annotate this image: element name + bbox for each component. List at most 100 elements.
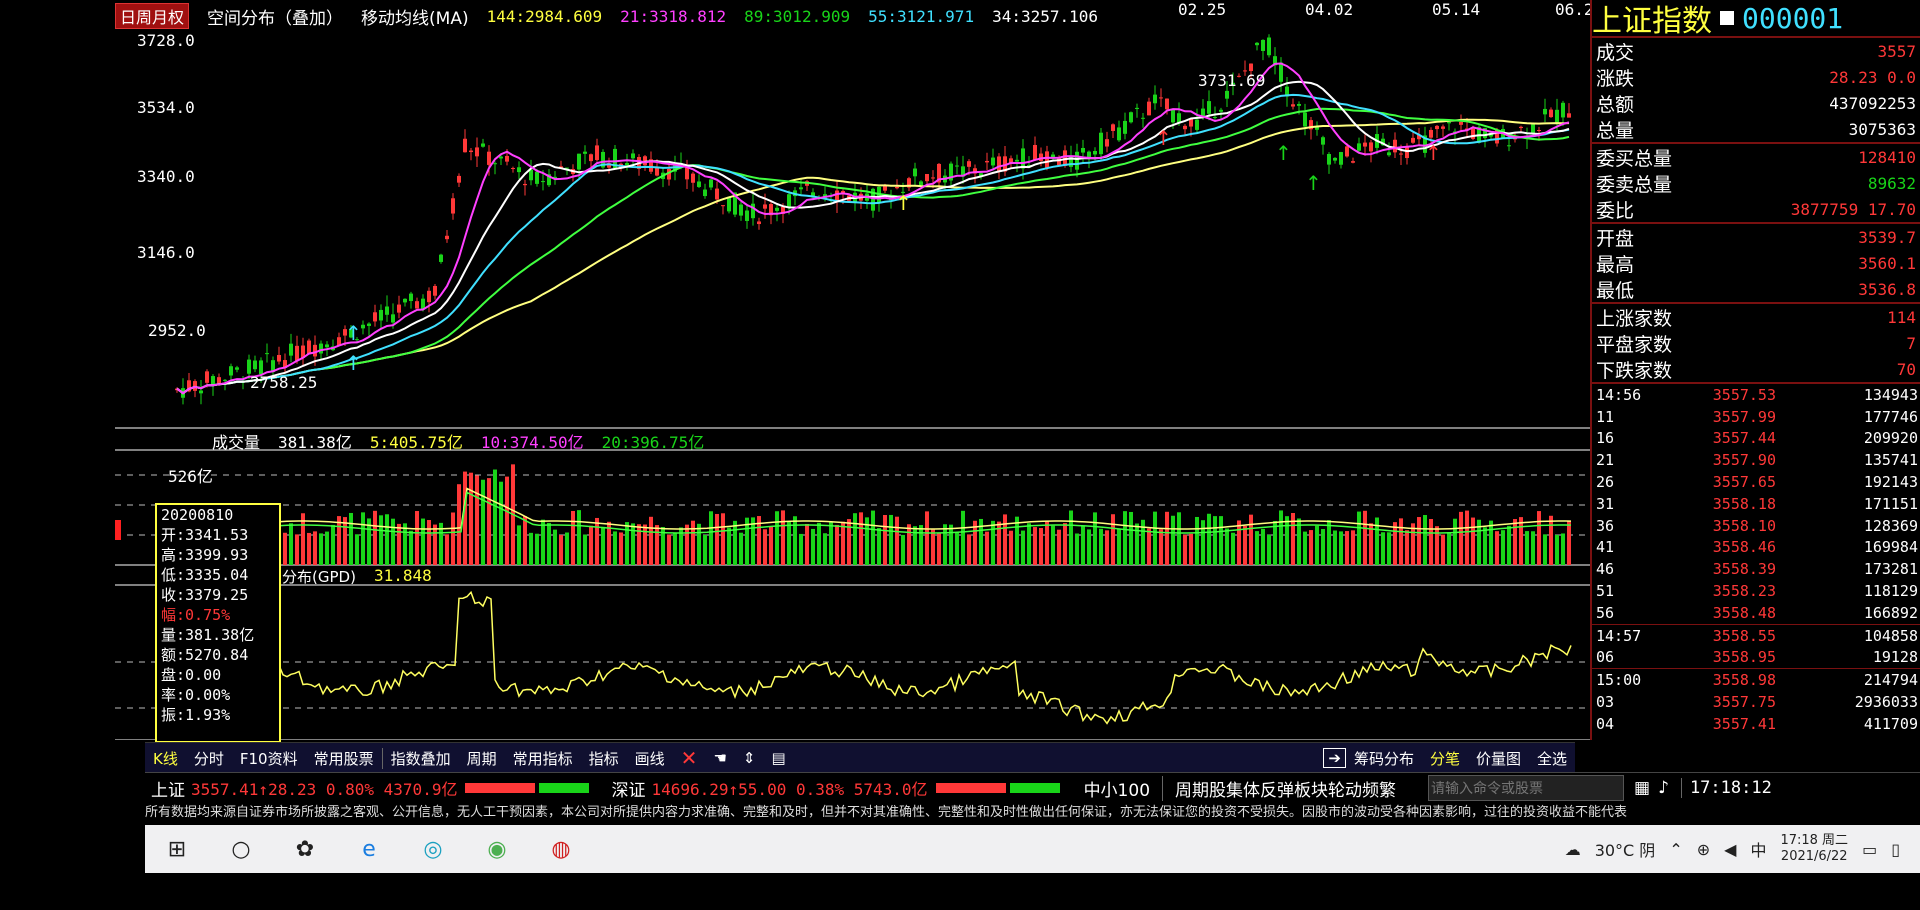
tick-time: 14:56 <box>1596 385 1642 404</box>
move-icon[interactable]: ⇕ <box>735 749 764 767</box>
volume-bar <box>1267 534 1271 565</box>
chevron-up-icon[interactable]: ⌃ <box>1669 840 1682 859</box>
news-ticker[interactable]: 周期股集体反弹板块轮动频繁 <box>1162 775 1408 801</box>
command-input[interactable] <box>1428 775 1625 801</box>
toolbar-select-all[interactable]: 全选 <box>1529 748 1575 769</box>
network-icon[interactable]: ⊕ <box>1697 840 1710 859</box>
candle-info-box: 20200810 开:3341.53 高:3399.93 低:3335.04 收… <box>155 503 281 743</box>
notification-icon[interactable]: ▭ <box>1862 840 1877 859</box>
chart-header: 日周月权 空间分布（叠加） 移动均线(MA) 144:2984.609 21:3… <box>115 0 1595 32</box>
toolbar-draw-line[interactable]: 画线 <box>627 748 673 769</box>
tick-volume: 411709 <box>1863 714 1918 733</box>
tick-price: 3558.23 <box>1712 582 1776 601</box>
volume-bar <box>1261 528 1265 565</box>
volume-ma5: 5:405.75亿 <box>369 433 463 452</box>
toolbar-common-indicators[interactable]: 常用指标 <box>505 748 581 769</box>
volume-bar <box>1531 531 1535 565</box>
volume-bar <box>961 510 965 565</box>
tick-row: 14:57 3558.55 104858 <box>1592 625 1920 647</box>
overlay-indicator[interactable]: 空间分布（叠加） <box>207 4 343 29</box>
toolbar-kline[interactable]: K线 <box>145 748 186 769</box>
hand-icon[interactable]: ☚ <box>705 749 734 767</box>
candle-body <box>205 371 209 383</box>
app-icon[interactable]: ✿ <box>285 829 325 869</box>
bell-icon[interactable]: ♪ <box>1658 778 1669 798</box>
volume-bar <box>703 534 707 565</box>
candle-body <box>427 290 431 303</box>
quote-row-label: 委买总量 <box>1596 147 1673 170</box>
candle-body <box>1405 147 1409 159</box>
toolbar-f10[interactable]: F10资料 <box>232 748 306 769</box>
toolbar-index-overlay[interactable]: 指数叠加 <box>381 747 459 769</box>
kline-chart[interactable]: ↑ ↑ ↑ ↑ ↑ ↑ ↑ <box>115 0 1590 740</box>
volume-bar <box>523 516 527 565</box>
period-selector[interactable]: 日周月权 <box>115 3 190 29</box>
weather-text[interactable]: 30°C 阴 <box>1595 837 1656 861</box>
sz-index-name[interactable]: 深证 <box>589 776 651 801</box>
desktop-icon[interactable]: ▯ <box>1891 840 1900 859</box>
volume-icon[interactable]: ◀ <box>1724 840 1736 859</box>
sz-index-value: 14696.29↑55.00 0.38% 5743.0亿 <box>651 780 928 799</box>
toolbar-chip-distribution[interactable]: 筹码分布 <box>1346 748 1422 769</box>
ma89-line <box>176 107 1570 395</box>
trading-app-icon[interactable]: ◍ <box>541 829 581 869</box>
volume-bar <box>1219 516 1223 565</box>
volume-bar <box>625 522 629 565</box>
candle-body <box>511 168 515 170</box>
toolbar-common-stocks[interactable]: 常用股票 <box>306 748 382 769</box>
taskbar-clock[interactable]: 17:18 周二 2021/6/22 <box>1780 833 1848 865</box>
ma144-value: 144:2984.609 <box>486 6 603 26</box>
tick-volume: 209920 <box>1863 429 1918 448</box>
volume-bar <box>685 524 689 565</box>
volume-bar <box>763 529 767 565</box>
info-rate: 率:0.00% <box>161 686 231 704</box>
ime-indicator[interactable]: 中 <box>1750 837 1766 861</box>
edge-browser-icon[interactable]: ◎ <box>413 829 453 869</box>
signal-arrow-icon: ↑ <box>1275 141 1292 165</box>
print-icon[interactable]: ▤ <box>763 749 793 767</box>
tick-list[interactable]: 14:56 3557.53 134943 11 3557.99 177746 16 3557.… <box>1592 384 1920 735</box>
candle-body <box>523 183 527 186</box>
tick-volume: 135741 <box>1863 451 1918 470</box>
volume-bar <box>1387 532 1391 565</box>
chart-icon[interactable]: ▦ <box>1634 778 1650 798</box>
search-circle-icon[interactable]: ○ <box>221 829 261 869</box>
ma-indicator-name[interactable]: 移动均线(MA) <box>361 4 469 29</box>
toolbar-period[interactable]: 周期 <box>459 748 505 769</box>
board-name[interactable]: 中小100 <box>1060 776 1162 801</box>
close-icon[interactable]: ✕ <box>673 746 706 770</box>
quote-row-label: 成交 <box>1596 41 1635 64</box>
toolbar-ticks[interactable]: 分笔 <box>1422 748 1468 769</box>
candle-body <box>235 367 239 370</box>
candle-body <box>487 151 491 165</box>
signal-arrow-icon: ↑ <box>895 191 912 215</box>
toolbar-indicator[interactable]: 指标 <box>581 748 627 769</box>
green-app-icon[interactable]: ◉ <box>477 829 517 869</box>
quote-row: 总额 437092253 <box>1592 90 1920 116</box>
signal-arrow-icon: ↑ <box>1425 141 1442 165</box>
windows-taskbar: ⊞ ○ ✿ e ◎ ◉ ◍ ☁ 30°C 阴 ⌃ ⊕ ◀ 中 17:18 周二 … <box>145 825 1920 873</box>
volume-bar <box>1147 528 1151 565</box>
tick-time: 41 <box>1596 538 1615 557</box>
candle-body <box>919 181 923 186</box>
volume-bar <box>619 532 623 565</box>
windows-start-icon[interactable]: ⊞ <box>157 829 197 869</box>
ie-browser-icon[interactable]: e <box>349 829 389 869</box>
sh-index-name[interactable]: 上证 <box>145 776 191 801</box>
tick-row: 51 3558.23 118129 <box>1592 580 1920 602</box>
volume-bar <box>781 510 785 565</box>
volume-bar <box>589 525 593 565</box>
toolbar-price-volume[interactable]: 价量图 <box>1468 748 1529 769</box>
volume-bar <box>403 523 407 565</box>
candle-body <box>1159 97 1163 99</box>
weather-cloud-icon[interactable]: ☁ <box>1565 840 1581 859</box>
tick-row: 06 3558.95 19128 <box>1592 647 1920 670</box>
volume-bar <box>445 534 449 565</box>
price-axis-label: 3534.0 <box>137 98 195 117</box>
candle-body <box>307 340 311 354</box>
toolbar-intraday[interactable]: 分时 <box>186 748 232 769</box>
volume-bar <box>1087 529 1091 565</box>
expand-icon[interactable]: ➔ <box>1323 748 1346 768</box>
candle-body <box>631 153 635 159</box>
candle-body <box>1561 102 1565 118</box>
